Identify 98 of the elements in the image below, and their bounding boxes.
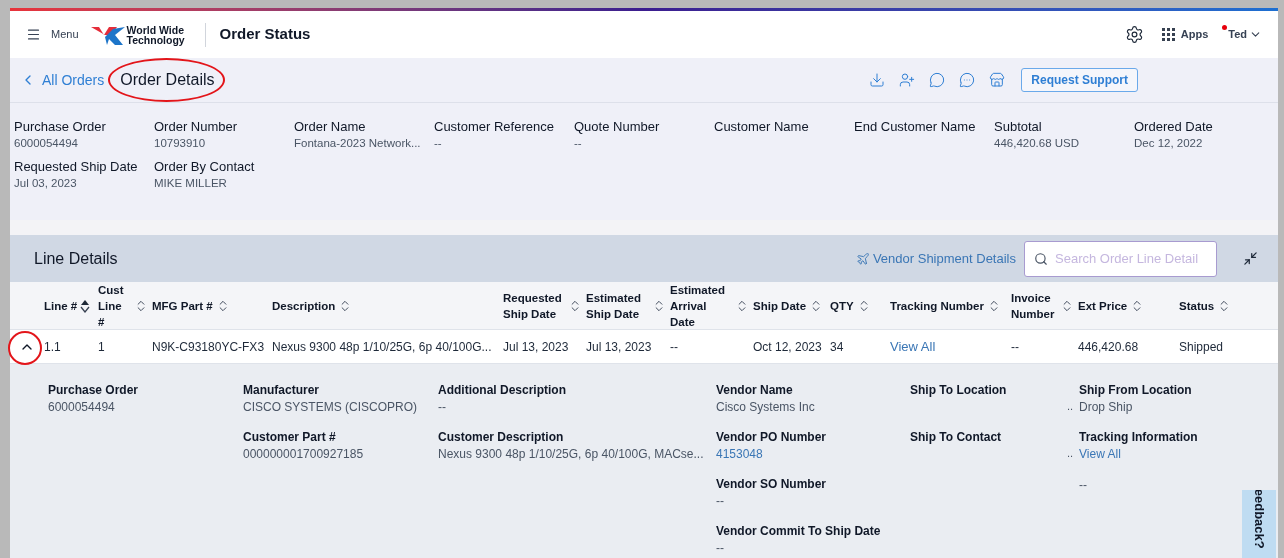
chat-icon[interactable] bbox=[959, 72, 976, 88]
field-value: Drop Ship bbox=[1079, 399, 1134, 415]
table-cell-text: 446,420.68 bbox=[1078, 338, 1140, 356]
table-cell-text: 34 bbox=[830, 338, 845, 356]
column-header: Status bbox=[1179, 299, 1215, 314]
field-value: 000000001700927185 bbox=[243, 446, 365, 462]
field-label: Order Number bbox=[154, 119, 239, 135]
field-label: Order By Contact bbox=[154, 159, 256, 175]
field-value: Fontana-2023 Network... bbox=[294, 136, 422, 151]
download-icon[interactable] bbox=[869, 72, 886, 88]
search-field[interactable]: Search Order Line Detail bbox=[1024, 240, 1217, 277]
vendor-shipment-link[interactable]: Vendor Shipment Details bbox=[855, 248, 1016, 269]
apps-grid-icon bbox=[1161, 28, 1175, 41]
menu-button[interactable]: Menu bbox=[26, 26, 79, 43]
settings-icon[interactable] bbox=[1124, 25, 1144, 44]
column-header: Ext Price bbox=[1078, 299, 1128, 314]
column-header: MFG Part # bbox=[152, 299, 213, 314]
field-label: Tracking Information bbox=[1079, 429, 1199, 445]
field-label: Ship To Contact bbox=[910, 429, 1003, 445]
field-label: Ship To Location bbox=[910, 382, 1008, 398]
field-value: 446,420.68 USD bbox=[994, 136, 1081, 151]
field-label: Customer Name bbox=[714, 119, 810, 135]
field-link[interactable]: 4153048 bbox=[716, 446, 763, 462]
field-value: -- bbox=[434, 136, 443, 151]
leader-dots: .. bbox=[1067, 446, 1074, 461]
chat-icon[interactable] bbox=[929, 72, 946, 88]
field-label: Purchase Order bbox=[14, 119, 107, 135]
field-label: Purchase Order bbox=[48, 382, 140, 398]
table-cell-text: Oct 12, 2023 bbox=[753, 338, 823, 356]
column-header: Estimated Ship Date bbox=[586, 291, 642, 322]
back-link[interactable]: All Orders bbox=[20, 69, 105, 91]
menu-icon bbox=[26, 27, 41, 42]
field-value: 6000054494 bbox=[48, 399, 116, 415]
table-cell-text: Shipped bbox=[1179, 338, 1225, 356]
column-header: Tracking Number bbox=[890, 299, 984, 314]
field-value: -- bbox=[1079, 477, 1088, 493]
column-header: Cust Line # bbox=[98, 283, 125, 330]
field-value: Cisco Systems Inc bbox=[716, 399, 816, 415]
feedback-tab[interactable]: eedback? bbox=[1242, 490, 1276, 558]
table-cell-text: Nexus 9300 48p 1/10/25G, 6p 40/100G... bbox=[272, 338, 493, 356]
field-value: -- bbox=[574, 136, 583, 151]
table-cell-text: N9K-C93180YC-FX3 bbox=[152, 338, 266, 356]
field-label: Vendor Name bbox=[716, 382, 794, 398]
field-label: Ordered Date bbox=[1134, 119, 1214, 135]
table-cell-text: -- bbox=[1011, 338, 1020, 356]
logo-icon bbox=[90, 24, 125, 45]
field-value: Dec 12, 2022 bbox=[1134, 136, 1204, 151]
table-cell-text: 1 bbox=[98, 338, 106, 356]
field-link[interactable]: View All bbox=[1079, 446, 1121, 462]
field-value: 6000054494 bbox=[14, 136, 79, 151]
column-header: Description bbox=[272, 299, 336, 314]
field-value: CISCO SYSTEMS (CISCOPRO) bbox=[243, 399, 419, 415]
field-value: MIKE MILLER bbox=[154, 176, 228, 191]
column-header: Requested Ship Date bbox=[503, 291, 563, 322]
field-value: 10793910 bbox=[154, 136, 207, 151]
logo-text: World Wide Technology bbox=[126, 24, 186, 45]
field-label: Customer Reference bbox=[434, 119, 555, 135]
field-value: -- bbox=[438, 399, 447, 415]
field-label: Vendor PO Number bbox=[716, 429, 828, 445]
field-label: Vendor SO Number bbox=[716, 476, 828, 492]
apps-button[interactable]: Apps bbox=[1161, 26, 1209, 43]
field-label: Customer Description bbox=[438, 429, 565, 445]
user-menu[interactable]: Ted bbox=[1228, 26, 1262, 43]
field-value: Jul 03, 2023 bbox=[14, 176, 78, 191]
field-value: -- bbox=[716, 493, 725, 509]
table-cell-text: 1.1 bbox=[44, 338, 62, 356]
field-label: Additional Description bbox=[438, 382, 567, 398]
table-cell-text: Jul 13, 2023 bbox=[586, 338, 653, 356]
search-icon bbox=[1034, 251, 1048, 266]
field-label: Subtotal bbox=[994, 119, 1043, 135]
table-cell-text: -- bbox=[670, 338, 679, 356]
field-value: -- bbox=[716, 540, 725, 556]
add-user-icon[interactable] bbox=[899, 72, 916, 88]
field-label: Ship From Location bbox=[1079, 382, 1193, 398]
field-label: Requested Ship Date bbox=[14, 159, 139, 175]
table-cell-text: Jul 13, 2023 bbox=[503, 338, 570, 356]
field-label: Quote Number bbox=[574, 119, 661, 135]
field-label: Customer Part # bbox=[243, 429, 337, 445]
section-title: Line Details bbox=[34, 248, 118, 269]
app-title: Order Status bbox=[219, 24, 311, 45]
request-support-button[interactable]: Request Support bbox=[1021, 68, 1138, 92]
field-label: Vendor Commit To Ship Date bbox=[716, 523, 882, 539]
column-header: Invoice Number bbox=[1011, 291, 1056, 322]
column-header: Estimated Arrival Date bbox=[670, 283, 726, 330]
field-value: Nexus 9300 48p 1/10/25G, 6p 40/100G, MACse... bbox=[438, 446, 705, 462]
column-header: Line # bbox=[44, 299, 78, 314]
field-label: Manufacturer bbox=[243, 382, 320, 398]
leader-dots: .. bbox=[1067, 399, 1074, 414]
column-header: Ship Date bbox=[753, 299, 807, 314]
page-heading: Order Details bbox=[120, 71, 215, 88]
field-label: End Customer Name bbox=[854, 119, 977, 135]
collapse-icon[interactable] bbox=[1243, 251, 1258, 266]
column-header: QTY bbox=[830, 299, 854, 314]
store-icon[interactable] bbox=[989, 72, 1006, 88]
field-label: Order Name bbox=[294, 119, 367, 135]
sort-ascending-icon[interactable] bbox=[80, 299, 91, 313]
tracking-link[interactable]: View All bbox=[890, 336, 936, 357]
plane-icon bbox=[855, 251, 870, 266]
